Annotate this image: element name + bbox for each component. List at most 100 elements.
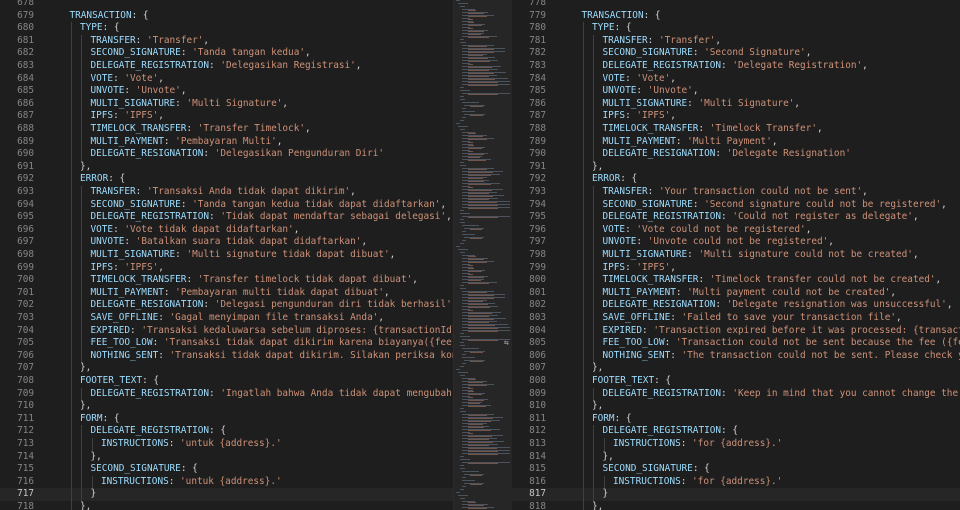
code-line[interactable]: 693 TRANSFER: 'Transaksi Anda tidak dapat…: [0, 186, 453, 199]
code-line[interactable]: 781 TRANSFER: 'Transfer',: [512, 34, 960, 48]
code-line[interactable]: 713 INSTRUCTIONS: 'untuk {address}.': [0, 438, 453, 451]
code-line[interactable]: 695 DELEGATE_REGISTRATION: 'Tidak dapat m…: [0, 211, 453, 224]
code-line[interactable]: 804 EXPIRED: 'Transaction expired before …: [512, 324, 960, 338]
code-line[interactable]: 709 DELEGATE_REGISTRATION: 'Ingatlah bahw…: [0, 387, 453, 401]
code-line[interactable]: 803 SAVE_OFFLINE: 'Failed to save your tr…: [512, 312, 960, 325]
code-line[interactable]: 711 FORM: {: [0, 412, 453, 426]
code-line[interactable]: 788 TIMELOCK_TRANSFER: 'Timelock Transfer…: [512, 123, 960, 136]
code-line[interactable]: 786 MULTI_SIGNATURE: 'Multi Signature',: [512, 97, 960, 111]
code-line[interactable]: 718},: [0, 501, 453, 510]
code-line[interactable]: 794 SECOND_SIGNATURE: 'Second signature c…: [512, 198, 960, 212]
minimap-string: [468, 442, 494, 443]
code-line[interactable]: 708 FOOTER_TEXT: {: [0, 375, 453, 388]
indent-guide: [593, 249, 594, 262]
code-text: UNVOTE: 'Unvote could not be registered'…: [602, 236, 834, 248]
code-line[interactable]: 683 DELEGATE_REGISTRATION: 'Delegasikan R…: [0, 60, 453, 73]
code-line[interactable]: 797 UNVOTE: 'Unvote could not be register…: [512, 236, 960, 249]
code-line[interactable]: 782 SECOND_SIGNATURE: 'Second Signature',: [512, 47, 960, 60]
code-line[interactable]: 800 TIMELOCK_TRANSFER: 'Timelock transfer…: [512, 274, 960, 287]
code-line[interactable]: 817}: [512, 488, 960, 501]
code-line[interactable]: 790 DELEGATE_RESIGNATION: 'Delegate Resig…: [512, 148, 960, 161]
code-line[interactable]: 778: [512, 0, 960, 10]
code-line[interactable]: 703 SAVE_OFFLINE: 'Gagal menyimpan file t…: [0, 312, 453, 325]
code-line[interactable]: 801 MULTI_PAYMENT: 'Multi payment could n…: [512, 286, 960, 300]
code-text: VOTE: 'Vote tidak dapat didaftarkan',: [90, 223, 300, 235]
code-line[interactable]: 813 INSTRUCTIONS: 'for {address}.': [512, 438, 960, 451]
code-line[interactable]: 700 TIMELOCK_TRANSFER: 'Transfer timelock…: [0, 274, 453, 287]
code-line[interactable]: 685 UNVOTE: 'Unvote',: [0, 85, 453, 98]
code-line[interactable]: 812 DELEGATE_REGISTRATION: {: [512, 425, 960, 438]
code-line[interactable]: 694 SECOND_SIGNATURE: 'Tanda tangan kedua…: [0, 198, 453, 212]
code-line[interactable]: 815 SECOND_SIGNATURE: {: [512, 463, 960, 476]
code-line[interactable]: 808 FOOTER_TEXT: {: [512, 375, 960, 388]
code-line[interactable]: 686 MULTI_SIGNATURE: 'Multi Signature',: [0, 97, 453, 111]
code-line[interactable]: 809 DELEGATE_REGISTRATION: 'Keep in mind …: [512, 387, 960, 401]
code-text: DELEGATE_REGISTRATION: {: [603, 425, 738, 438]
code-line[interactable]: 691},: [0, 160, 453, 174]
code-line[interactable]: 715 SECOND_SIGNATURE: {: [0, 463, 453, 476]
code-line[interactable]: 716 INSTRUCTIONS: 'untuk {address}.': [0, 475, 453, 489]
minimap-line: [458, 126, 468, 127]
code-line[interactable]: 806 NOTHING_SENT: 'The transaction could …: [512, 349, 960, 363]
code-line[interactable]: 706 NOTHING_SENT: 'Transaksi tidak dapat …: [0, 349, 453, 363]
code-line[interactable]: 784 VOTE: 'Vote',: [512, 72, 960, 86]
code-line[interactable]: 802 DELEGATE_RESIGNATION: 'Delegate resig…: [512, 299, 960, 312]
code-key: DELEGATE_REGISTRATION: [602, 211, 722, 223]
code-line[interactable]: 704 EXPIRED: 'Transaksi kedaluwarsa sebel…: [0, 324, 453, 338]
code-line[interactable]: 717}: [0, 488, 453, 501]
code-line[interactable]: 811 FORM: {: [512, 412, 960, 426]
code-line[interactable]: 689 MULTI_PAYMENT: 'Pembayaran Multi',: [0, 135, 453, 149]
code-line[interactable]: 714},: [0, 450, 453, 464]
code-line[interactable]: 705 FEE_TOO_LOW: 'Transaksi tidak dapat d…: [0, 337, 453, 350]
code-line[interactable]: 680 TYPE: {: [0, 22, 453, 35]
code-line[interactable]: 796 VOTE: 'Vote could not be registered',: [512, 223, 960, 237]
code-line[interactable]: 702 DELEGATE_RESIGNATION: 'Delegasi pengu…: [0, 299, 453, 312]
code-line[interactable]: 810},: [512, 400, 960, 413]
code-line[interactable]: 692 ERROR: {: [0, 173, 453, 186]
code-line[interactable]: 798 MULTI_SIGNATURE: 'Multi signature cou…: [512, 249, 960, 262]
code-line[interactable]: 805 FEE_TOO_LOW: 'Transaction could not b…: [512, 337, 960, 350]
code-line[interactable]: 710},: [0, 400, 453, 413]
editor-pane-left[interactable]: 678 679 TRANSACTION: {680 TYPE: {681 TRANSFE…: [0, 0, 453, 510]
editor-pane-right[interactable]: 778 779 TRANSACTION: {780 TYPE: {781 TRANSFE…: [512, 0, 960, 510]
code-line[interactable]: 818},: [512, 501, 960, 510]
code-line[interactable]: 699 IPFS: 'IPFS',: [0, 261, 453, 275]
code-line[interactable]: 814},: [512, 450, 960, 464]
code-key: SECOND_SIGNATURE: [90, 198, 181, 210]
code-string: 'Pembayaran multi tidak dapat dibuat': [175, 286, 385, 298]
code-line[interactable]: 701 MULTI_PAYMENT: 'Pembayaran multi tida…: [0, 286, 453, 300]
code-line[interactable]: 789 MULTI_PAYMENT: 'Multi Payment',: [512, 135, 960, 149]
code-line[interactable]: 793 TRANSFER: 'Your transaction could not…: [512, 186, 960, 199]
code-line[interactable]: 799 IPFS: 'IPFS',: [512, 261, 960, 275]
code-line[interactable]: 816 INSTRUCTIONS: 'for {address}.': [512, 475, 960, 489]
code-line[interactable]: 783 DELEGATE_REGISTRATION: 'Delegate Regi…: [512, 60, 960, 73]
code-line[interactable]: 779 TRANSACTION: {: [512, 10, 960, 23]
code-line[interactable]: 787 IPFS: 'IPFS',: [512, 110, 960, 123]
code-line[interactable]: 690 DELEGATE_RESIGNATION: 'Delegasikan Pe…: [0, 148, 453, 161]
code-line[interactable]: 792 ERROR: {: [512, 173, 960, 186]
code-line[interactable]: 696 VOTE: 'Vote tidak dapat didaftarkan',: [0, 223, 453, 237]
code-line[interactable]: 712 DELEGATE_REGISTRATION: {: [0, 425, 453, 438]
code-line[interactable]: 697 UNVOTE: 'Batalkan suara tidak dapat d…: [0, 236, 453, 249]
code-line[interactable]: 707},: [0, 362, 453, 375]
code-line[interactable]: 684 VOTE: 'Vote',: [0, 72, 453, 86]
code-line[interactable]: 795 DELEGATE_REGISTRATION: 'Could not reg…: [512, 211, 960, 224]
code-punct: : {: [102, 22, 120, 34]
code-line[interactable]: 791},: [512, 160, 960, 174]
code-line[interactable]: 679 TRANSACTION: {: [0, 10, 453, 23]
line-number: 685: [17, 85, 34, 97]
code-punct: ,: [305, 47, 311, 59]
minimap-string: [468, 298, 495, 299]
code-line[interactable]: 678: [0, 0, 453, 10]
code-line[interactable]: 785 UNVOTE: 'Unvote',: [512, 85, 960, 98]
minimap[interactable]: [453, 0, 513, 510]
minimap-string: [468, 193, 489, 194]
code-line[interactable]: 698 MULTI_SIGNATURE: 'Multi signature tid…: [0, 249, 453, 262]
code-string: 'Unvote': [135, 85, 181, 97]
code-line[interactable]: 688 TIMELOCK_TRANSFER: 'Transfer Timelock…: [0, 123, 453, 136]
code-line[interactable]: 780 TYPE: {: [512, 22, 960, 35]
code-line[interactable]: 681 TRANSFER: 'Transfer',: [0, 34, 453, 48]
code-line[interactable]: 682 SECOND_SIGNATURE: 'Tanda tangan kedua…: [0, 47, 453, 60]
code-line[interactable]: 807},: [512, 362, 960, 375]
code-line[interactable]: 687 IPFS: 'IPFS',: [0, 110, 453, 123]
